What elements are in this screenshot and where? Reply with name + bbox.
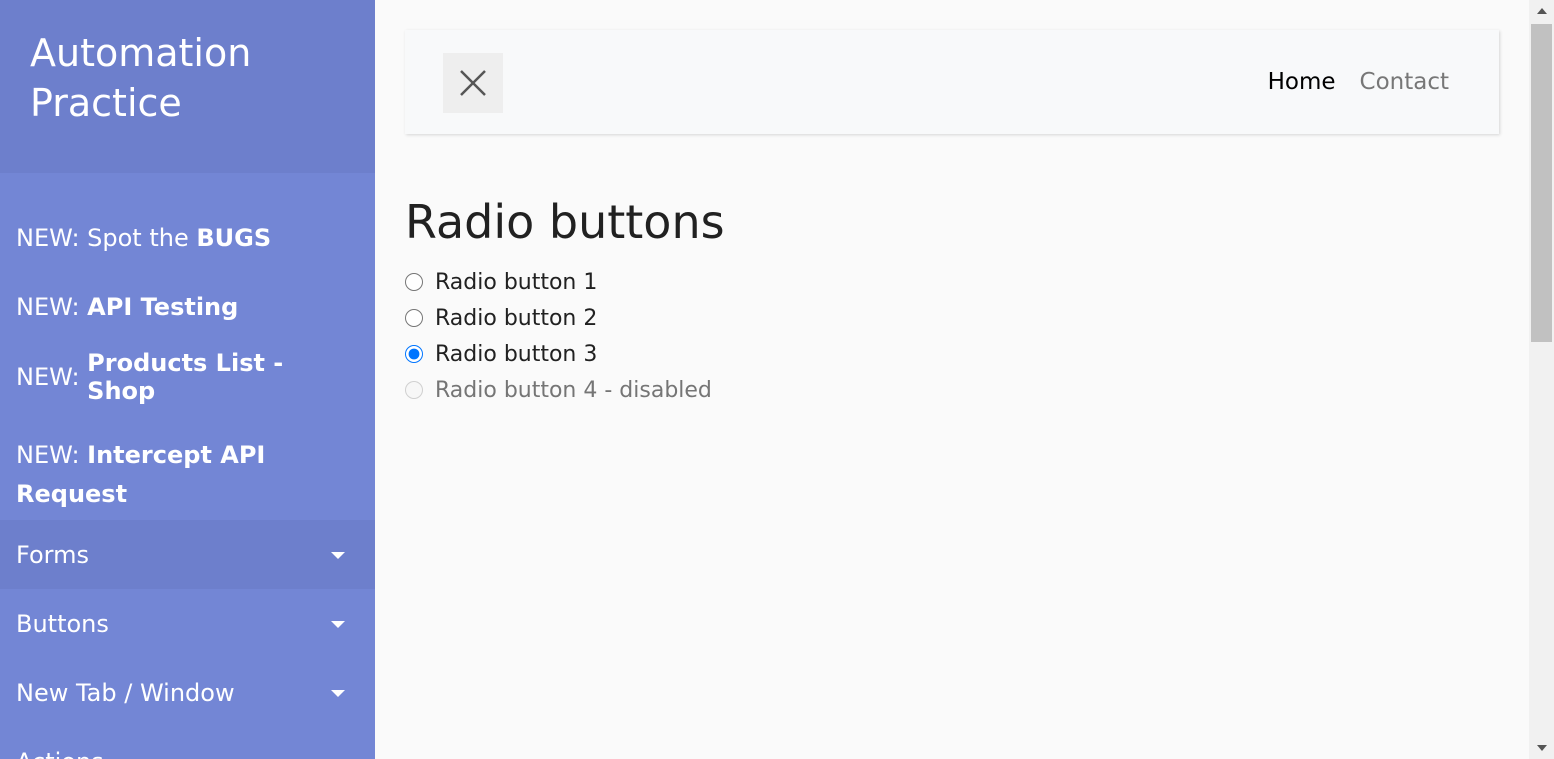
caret-down-icon	[331, 620, 345, 628]
sidebar-item-forms[interactable]: Forms	[0, 520, 375, 589]
radio-option-1[interactable]: Radio button 1	[405, 264, 712, 300]
radio-group: Radio button 1 Radio button 2 Radio butt…	[405, 264, 712, 408]
brand-title[interactable]: Automation Practice	[30, 28, 345, 128]
radio-label: Radio button 1	[435, 269, 598, 295]
sidebar-item-api-testing[interactable]: NEW: API Testing	[0, 272, 375, 342]
sidebar-item-bold: BUGS	[196, 223, 272, 252]
page-title: Radio buttons	[405, 195, 725, 249]
sidebar-item-prefix: NEW: Spot the	[16, 223, 197, 252]
radio-label: Radio button 2	[435, 305, 598, 331]
sidebar-toggle-button[interactable]	[443, 53, 503, 113]
app-window: Automation Practice NEW: Spot the BUGS N…	[0, 0, 1554, 759]
scroll-down-arrow-icon[interactable]	[1537, 745, 1547, 751]
radio-button-2[interactable]	[405, 309, 423, 327]
radio-option-3[interactable]: Radio button 3	[405, 336, 712, 372]
sidebar-item-prefix: NEW:	[16, 441, 88, 469]
sidebar-item-intercept-api-request[interactable]: NEW: Intercept API Request	[0, 412, 320, 520]
sidebar-item-buttons[interactable]: Buttons	[0, 589, 375, 658]
sidebar-item-bold: API Testing	[87, 293, 239, 321]
sidebar-item-label: Actions	[16, 748, 104, 759]
sidebar-item-actions[interactable]: Actions	[0, 727, 375, 759]
scroll-up-arrow-icon[interactable]	[1537, 8, 1547, 14]
main-content: Home Contact Radio buttons Radio button …	[375, 0, 1529, 759]
sidebar: Automation Practice NEW: Spot the BUGS N…	[0, 0, 375, 759]
radio-option-4-disabled: Radio button 4 - disabled	[405, 372, 712, 408]
nav-links: Home Contact	[1268, 30, 1449, 134]
caret-down-icon	[331, 689, 345, 697]
sidebar-item-spot-the-bugs[interactable]: NEW: Spot the BUGS	[0, 203, 375, 272]
sidebar-menu: NEW: Spot the BUGS NEW: API Testing NEW:…	[0, 203, 375, 759]
sidebar-item-label: New Tab / Window	[16, 678, 235, 707]
nav-link-contact[interactable]: Contact	[1360, 69, 1449, 95]
brand-line-1: Automation	[30, 31, 252, 75]
scrollbar-thumb[interactable]	[1531, 24, 1552, 342]
radio-button-4	[405, 381, 423, 399]
radio-button-1[interactable]	[405, 273, 423, 291]
brand-line-2: Practice	[30, 81, 182, 125]
sidebar-item-prefix: NEW:	[16, 363, 88, 391]
sidebar-item-new-tab-window[interactable]: New Tab / Window	[0, 658, 375, 727]
sidebar-item-label: Buttons	[16, 609, 109, 638]
radio-option-2[interactable]: Radio button 2	[405, 300, 712, 336]
close-icon	[460, 70, 486, 96]
sidebar-item-products-list-shop[interactable]: NEW: Products List - Shop	[0, 342, 375, 412]
sidebar-item-bold: Products List - Shop	[87, 349, 284, 405]
sidebar-item-label: Forms	[16, 540, 89, 569]
sidebar-header: Automation Practice	[0, 0, 375, 173]
vertical-scrollbar[interactable]	[1529, 0, 1554, 759]
top-navbar: Home Contact	[405, 30, 1499, 134]
caret-down-icon	[331, 551, 345, 559]
radio-label: Radio button 4 - disabled	[435, 377, 712, 403]
sidebar-item-prefix: NEW:	[16, 293, 88, 321]
radio-button-3[interactable]	[405, 345, 423, 363]
nav-link-home[interactable]: Home	[1268, 69, 1336, 95]
radio-label: Radio button 3	[435, 341, 598, 367]
